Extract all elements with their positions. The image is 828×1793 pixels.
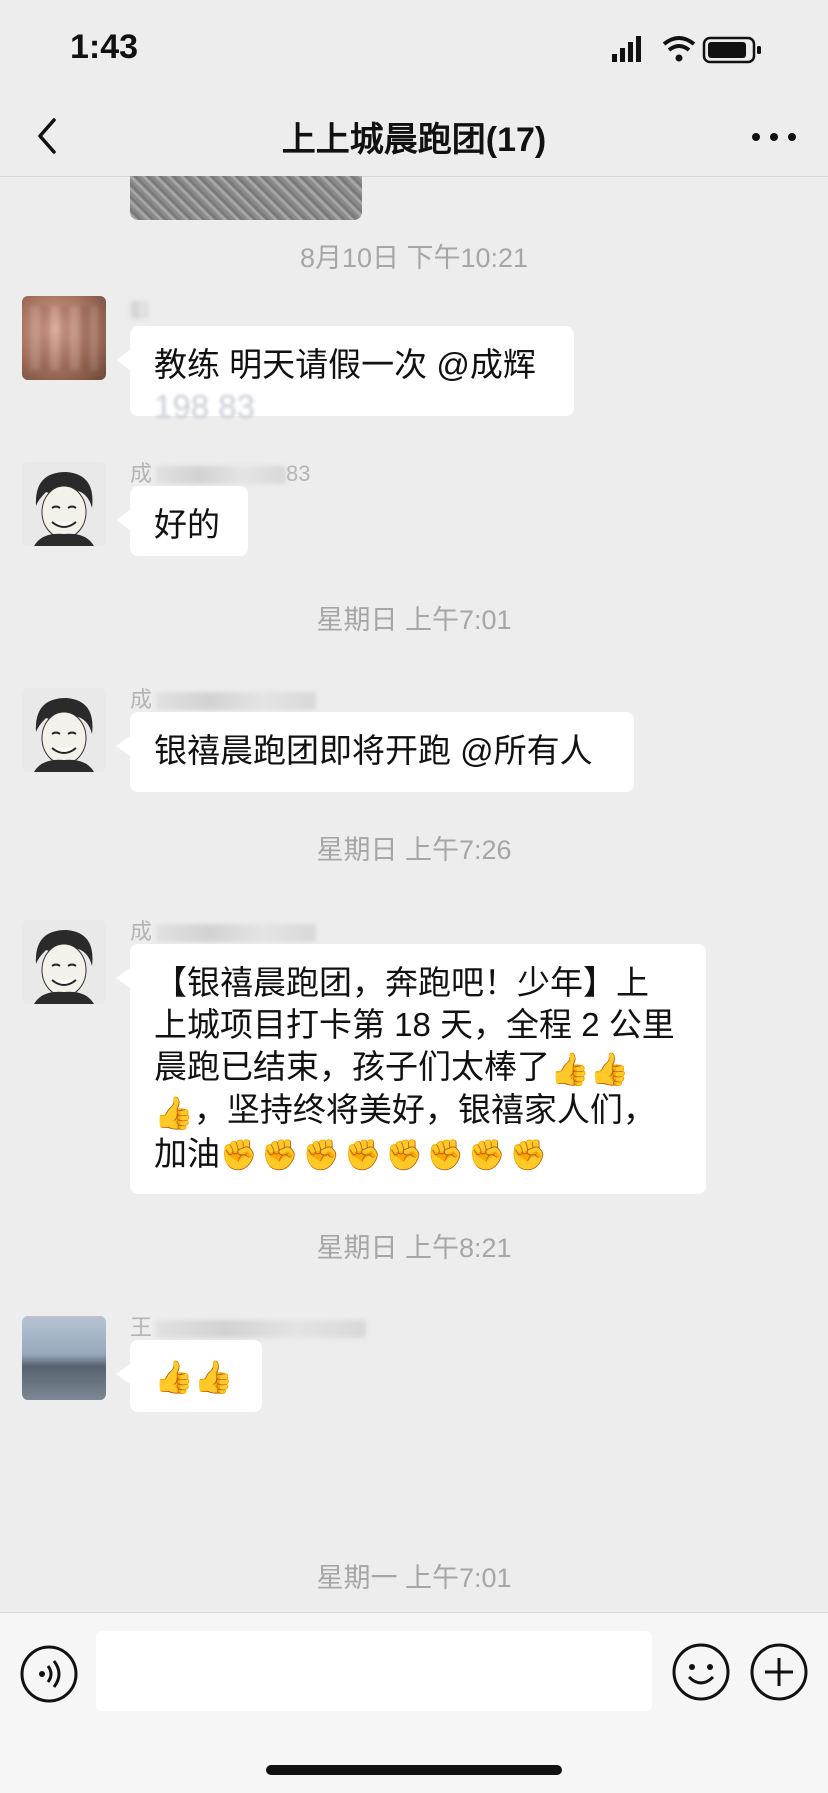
status-bar: 1:43: [0, 0, 828, 100]
message-bubble[interactable]: 【银禧晨跑团，奔跑吧！少年】上 上城项目打卡第 18 天，全程 2 公里 晨跑已…: [116, 944, 706, 1194]
avatar[interactable]: [22, 920, 106, 1004]
plus-icon[interactable]: [748, 1641, 810, 1703]
status-icons: [612, 36, 761, 64]
message-text: 【银禧晨跑团，奔跑吧！少年】上: [154, 964, 649, 1001]
message-text: 银禧晨跑团即将开跑 @所有人: [154, 732, 593, 769]
message-input[interactable]: [96, 1631, 652, 1711]
sender-name: 王: [130, 1310, 367, 1340]
home-indicator: [266, 1765, 562, 1775]
emoji-icon[interactable]: [670, 1641, 732, 1703]
avatar[interactable]: [22, 462, 106, 546]
sender-name: [130, 296, 148, 322]
fist-emoji: ✊: [261, 1138, 299, 1172]
cartoon-avatar-icon: [22, 462, 106, 546]
fist-emoji: ✊: [344, 1138, 382, 1172]
cartoon-avatar-icon: [22, 920, 106, 1004]
thumbs-up-emoji: 👍: [589, 1051, 630, 1088]
avatar[interactable]: [22, 1316, 106, 1400]
timestamp: 8月10日 下午10:21: [299, 243, 529, 273]
message-text: 加油: [154, 1134, 220, 1172]
timestamp: 星期日 上午7:26: [316, 835, 512, 865]
avatar[interactable]: [22, 296, 106, 380]
message-text: ，坚持终将美好，银禧家人们，: [193, 1091, 656, 1129]
avatar[interactable]: [22, 688, 106, 772]
fist-emoji: ✊: [385, 1138, 423, 1172]
message-line: 👍，坚持终将美好，银禧家人们，: [154, 1089, 682, 1132]
wifi-icon: [662, 36, 696, 62]
signal-icon: [612, 36, 641, 62]
message-text: 上城项目打卡第 18 天，全程 2 公里: [154, 1006, 675, 1043]
voice-icon[interactable]: [18, 1643, 80, 1705]
message-text: 👍👍: [154, 1359, 234, 1396]
timestamp: 星期日 上午7:01: [316, 605, 512, 635]
fist-emoji: ✊: [220, 1138, 258, 1172]
fist-emoji: ✊: [426, 1138, 465, 1172]
sender-name: 成 83: [130, 461, 311, 486]
message-bubble[interactable]: 好的: [116, 486, 248, 556]
nav-bar: 上上城晨跑团(17): [0, 100, 828, 177]
fist-emoji: ✊: [302, 1138, 341, 1172]
message-bubble[interactable]: 教练 明天请假一次 @成辉 198 83: [116, 326, 574, 425]
cartoon-avatar-icon: [22, 688, 106, 772]
message-text: 教练 明天请假一次 @成辉: [154, 346, 536, 383]
chat-area[interactable]: 8月10日 下午10:21 教练 明天请假一次 @成辉 198 83 成 83 好…: [0, 176, 828, 1612]
message-bubble[interactable]: 👍👍: [116, 1340, 262, 1412]
thumbs-up-emoji: 👍: [550, 1051, 590, 1088]
timestamp: 星期一 上午7:01: [316, 1563, 512, 1593]
status-time: 1:43: [70, 28, 139, 66]
message-line: 晨跑已结束，孩子们太棒了👍👍: [154, 1046, 682, 1089]
battery-icon: [702, 36, 761, 64]
message-text: 晨跑已结束，孩子们太棒了: [154, 1048, 550, 1085]
sender-name: 成: [130, 682, 317, 712]
chat-title: 上上城晨跑团(17): [281, 121, 547, 159]
fist-emoji: ✊: [509, 1138, 547, 1172]
thumbs-up-emoji: 👍: [154, 1094, 194, 1131]
sender-name: 成: [130, 914, 317, 944]
image-message-thumbnail[interactable]: [130, 176, 362, 220]
input-bar: [0, 1612, 828, 1793]
fist-emoji: ✊: [468, 1138, 506, 1172]
more-icon[interactable]: [744, 108, 804, 164]
message-text: 好的: [154, 506, 220, 543]
message-text: 198 83: [154, 388, 255, 425]
message-line: 加油✊ ✊ ✊ ✊ ✊ ✊ ✊ ✊: [154, 1133, 682, 1176]
timestamp: 星期日 上午8:21: [316, 1233, 512, 1263]
message-bubble[interactable]: 银禧晨跑团即将开跑 @所有人: [116, 712, 634, 792]
